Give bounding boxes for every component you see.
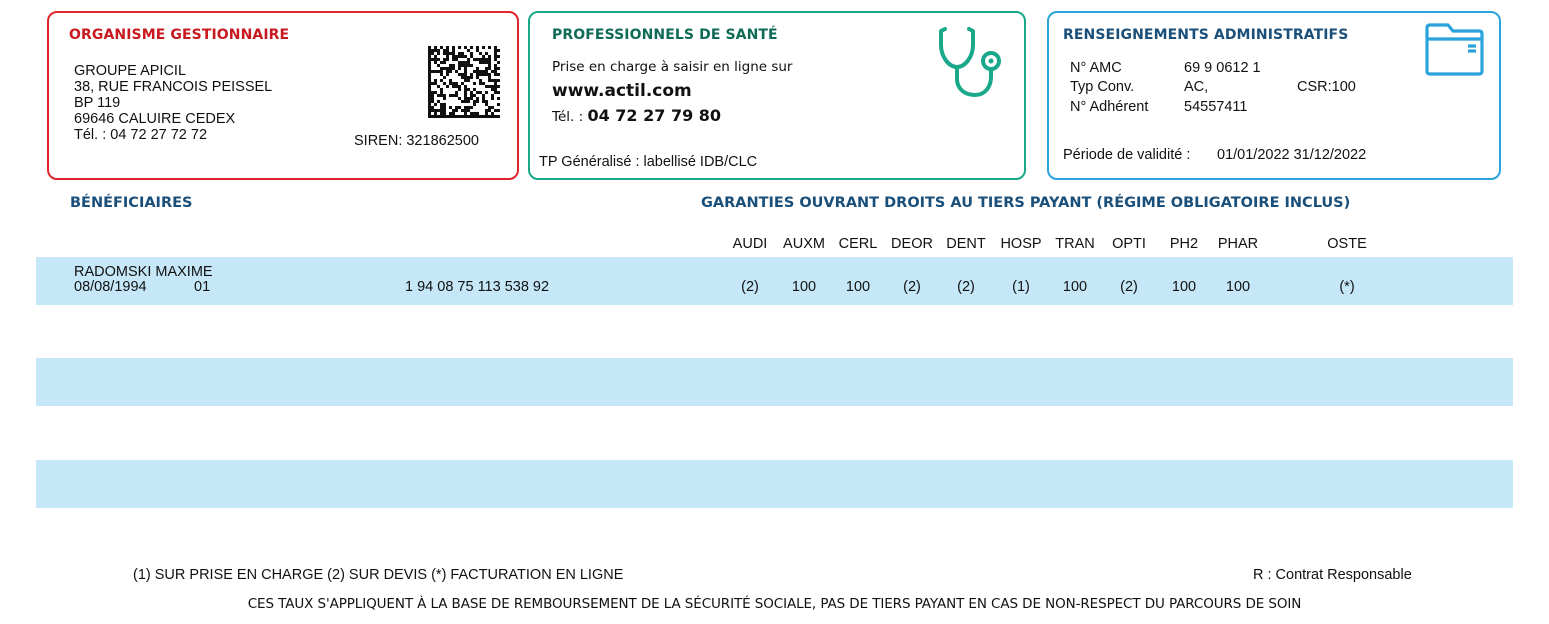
value-oste: (*): [1339, 279, 1355, 295]
value-hosp: (1): [1012, 279, 1030, 295]
beneficiary-name: RADOMSKI MAXIME: [74, 264, 213, 280]
periode-value: 01/01/2022 31/12/2022: [1217, 147, 1367, 163]
adherent-value: 54557411: [1184, 99, 1248, 115]
value-opti: (2): [1120, 279, 1138, 295]
col-header-hosp: HOSP: [1000, 236, 1042, 252]
organisme-phone: Tél. : 04 72 27 72 72: [74, 127, 208, 143]
organisme-line: BP 119: [74, 95, 121, 111]
garanties-title: GARANTIES OUVRANT DROITS AU TIERS PAYANT…: [701, 195, 1351, 211]
csr-value: CSR:100: [1297, 79, 1356, 95]
col-header-dent: DENT: [946, 236, 986, 252]
value-phar: 100: [1225, 279, 1251, 295]
organisme-line: GROUPE APICIL: [74, 63, 187, 79]
siren-number: SIREN: 321862500: [354, 133, 479, 149]
stethoscope-icon: [939, 27, 1001, 97]
organisme-card: ORGANISME GESTIONNAIRE GROUPE APICIL 38,…: [47, 11, 519, 180]
administratif-card: RENSEIGNEMENTS ADMINISTRATIFS N° AMC 69 …: [1047, 11, 1501, 180]
beneficiary-rank: 01: [194, 279, 211, 295]
col-header-auxm: AUXM: [783, 236, 825, 252]
beneficiary-row: [36, 257, 1513, 305]
col-header-audi: AUDI: [732, 236, 768, 252]
value-audi: (2): [741, 279, 759, 295]
datamatrix-code-icon: [428, 46, 500, 118]
col-header-deor: DEOR: [891, 236, 933, 252]
folder-icon: [1425, 23, 1484, 76]
col-header-opti: OPTI: [1112, 236, 1146, 252]
prise-en-charge-text: Prise en charge à saisir en ligne sur: [552, 59, 793, 75]
empty-row-band: [36, 460, 1513, 508]
col-header-phar: PHAR: [1217, 236, 1259, 252]
beneficiary-birthdate: 08/08/1994: [74, 279, 147, 295]
empty-row-band: [36, 358, 1513, 406]
periode-label: Période de validité :: [1063, 147, 1191, 163]
col-header-ph2: PH2: [1169, 236, 1199, 252]
conv-label: Typ Conv.: [1070, 79, 1135, 95]
conv-value: AC,: [1184, 79, 1209, 95]
col-header-tran: TRAN: [1055, 236, 1095, 252]
amc-value: 69 9 0612 1: [1184, 60, 1261, 76]
actil-link[interactable]: www.actil.com: [552, 81, 692, 101]
organisme-address: GROUPE APICIL 38, RUE FRANCOIS PEISSEL B…: [74, 63, 272, 143]
tp-generalise-text: TP Généralisé : labellisé IDB/CLC: [539, 154, 758, 170]
organisme-line: 38, RUE FRANCOIS PEISSEL: [74, 79, 273, 95]
professionnels-title: PROFESSIONNELS DE SANTÉ: [552, 27, 778, 43]
value-tran: 100: [1062, 279, 1088, 295]
professionnels-card: PROFESSIONNELS DE SANTÉ Prise en charge …: [528, 11, 1026, 180]
contrat-responsable-note: R : Contrat Responsable: [1253, 567, 1412, 583]
organisme-title: ORGANISME GESTIONNAIRE: [69, 27, 290, 43]
beneficiaires-title: BÉNÉFICIAIRES: [70, 195, 193, 211]
pro-phone-label: Tél. :: [552, 109, 584, 125]
col-header-cerl: CERL: [838, 236, 878, 252]
pro-phone-value: 04 72 27 79 80: [587, 106, 722, 125]
col-header-oste: OSTE: [1327, 236, 1367, 252]
value-deor: (2): [903, 279, 921, 295]
footer-legend: (1) SUR PRISE EN CHARGE (2) SUR DEVIS (*…: [133, 567, 624, 583]
footer-disclaimer: CES TAUX S'APPLIQUENT À LA BASE DE REMBO…: [247, 596, 1302, 612]
value-cerl: 100: [845, 279, 871, 295]
value-auxm: 100: [791, 279, 817, 295]
amc-label: N° AMC: [1070, 60, 1122, 76]
administratif-title: RENSEIGNEMENTS ADMINISTRATIFS: [1063, 27, 1349, 43]
adherent-label: N° Adhérent: [1070, 99, 1149, 115]
value-dent: (2): [957, 279, 975, 295]
organisme-line: 69646 CALUIRE CEDEX: [74, 111, 236, 127]
beneficiary-nir: 1 94 08 75 113 538 92: [405, 279, 550, 295]
value-ph2: 100: [1171, 279, 1197, 295]
pro-phone: Tél. : 04 72 27 79 80: [552, 107, 721, 126]
